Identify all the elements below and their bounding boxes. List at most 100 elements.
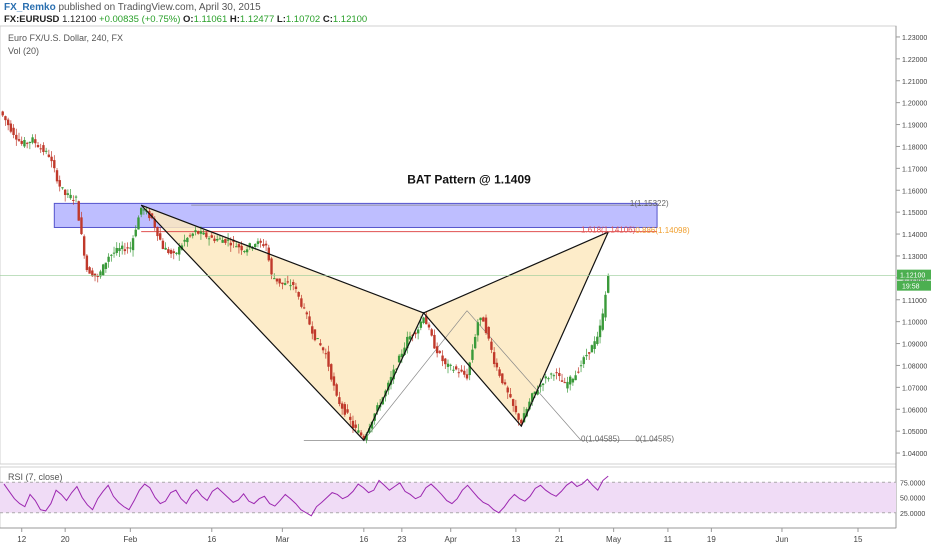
candle-body: [17, 139, 21, 141]
candle-body: [495, 362, 499, 368]
candle-body: [31, 137, 34, 143]
high-label: H:: [229, 14, 240, 25]
time-tick-label: Jun: [776, 535, 789, 544]
candle-body: [158, 233, 162, 240]
candle-body: [433, 334, 436, 349]
candle-body: [292, 282, 295, 285]
price-tick-label: 1.07000: [902, 385, 927, 392]
price-tick-label: 1.13000: [902, 254, 927, 261]
countdown-text: 19:58: [902, 284, 920, 291]
fib-annotation: 0(1.04585): [581, 434, 620, 443]
time-tick-label: Mar: [275, 535, 289, 544]
candle-body: [12, 127, 15, 136]
candle-body: [224, 239, 227, 243]
candle-body: [549, 373, 553, 375]
candle-body: [197, 231, 200, 234]
candle-body: [305, 312, 309, 315]
candle-body: [324, 353, 328, 355]
candle-body: [463, 370, 466, 375]
candle-body: [457, 372, 461, 374]
time-tick-label: 19: [707, 535, 716, 544]
candle-body: [604, 294, 607, 318]
candle-body: [357, 430, 360, 433]
candle-body: [327, 351, 330, 367]
time-tick-label: 16: [207, 535, 216, 544]
candle-body: [28, 141, 32, 144]
candle-body: [555, 372, 558, 374]
time-tick-label: 15: [854, 535, 863, 544]
candle-body: [42, 145, 45, 152]
candle-body: [311, 326, 314, 334]
time-tick-label: 13: [511, 535, 520, 544]
candle-body: [25, 142, 29, 144]
candle-body: [419, 321, 423, 328]
candle-body: [547, 378, 550, 380]
candle-body: [566, 381, 569, 389]
time-tick-label: 20: [61, 535, 70, 544]
rsi-tick-label: 75.0000: [900, 480, 925, 487]
candle-body: [167, 249, 170, 254]
candle-body: [66, 193, 70, 195]
time-tick-label: May: [606, 535, 621, 544]
candle-body: [101, 264, 105, 276]
candle-body: [273, 278, 276, 280]
candle-body: [188, 235, 192, 237]
time-tick-label: 16: [359, 535, 368, 544]
candle-body: [254, 243, 257, 247]
candle-body: [4, 116, 7, 121]
close-value: 1.12100: [332, 14, 368, 25]
candle-body: [319, 343, 322, 346]
candle-body: [330, 364, 333, 380]
candle-body: [278, 278, 281, 284]
candle-body: [9, 123, 13, 132]
time-tick-label: 23: [397, 535, 406, 544]
candle-body: [482, 317, 485, 322]
low-label: L:: [276, 14, 286, 25]
candle-body: [131, 238, 135, 251]
price-change: +0.00835 (+0.75%): [99, 14, 181, 25]
price-tick-label: 1.08000: [902, 363, 927, 370]
price-tick-label: 1.14000: [902, 232, 927, 239]
candle-body: [137, 217, 140, 230]
candle-body: [216, 239, 219, 241]
candle-body: [498, 369, 501, 376]
time-tick-label: Apr: [444, 535, 457, 544]
candle-body: [452, 369, 455, 371]
candle-body: [164, 247, 167, 250]
candle-body: [316, 338, 319, 340]
candle-body: [446, 363, 450, 367]
author-link[interactable]: FX_Remko: [4, 2, 56, 13]
candle-body: [397, 355, 401, 363]
candle-body: [63, 189, 67, 196]
candle-body: [1, 111, 4, 116]
price-tick-label: 1.18000: [902, 144, 927, 151]
candle-body: [338, 397, 341, 405]
candle-body: [585, 354, 588, 357]
price-tick-label: 1.11000: [902, 298, 927, 305]
fib-annotation: 1.618(1.14106): [581, 226, 636, 235]
candle-body: [590, 345, 594, 353]
candle-body: [460, 369, 463, 372]
price-tick-label: 1.09000: [902, 342, 927, 349]
chart-root: 1.23000 1.22000 1.21000 1.20000 1.19000 1.180…: [0, 0, 932, 550]
candle-body: [213, 238, 216, 242]
candle-body: [205, 232, 208, 238]
candle-body: [6, 119, 10, 126]
candle-body: [606, 275, 610, 293]
candle-body: [202, 232, 205, 235]
candle-body: [175, 252, 178, 254]
candle-body: [53, 160, 56, 169]
candle-body: [558, 373, 561, 377]
candle-body: [349, 416, 352, 420]
time-tick-label: Feb: [123, 535, 137, 544]
candle-body: [359, 432, 363, 436]
candle-body: [129, 247, 132, 249]
candle-body: [237, 244, 241, 248]
candle-body: [91, 270, 94, 277]
candle-body: [34, 139, 37, 144]
price-tick-label: 1.20000: [902, 101, 927, 108]
candle-body: [221, 239, 224, 243]
price-tick-label: 1.22000: [902, 57, 927, 64]
price-tick-label: 1.06000: [902, 407, 927, 414]
time-tick-label: 12: [17, 535, 26, 544]
